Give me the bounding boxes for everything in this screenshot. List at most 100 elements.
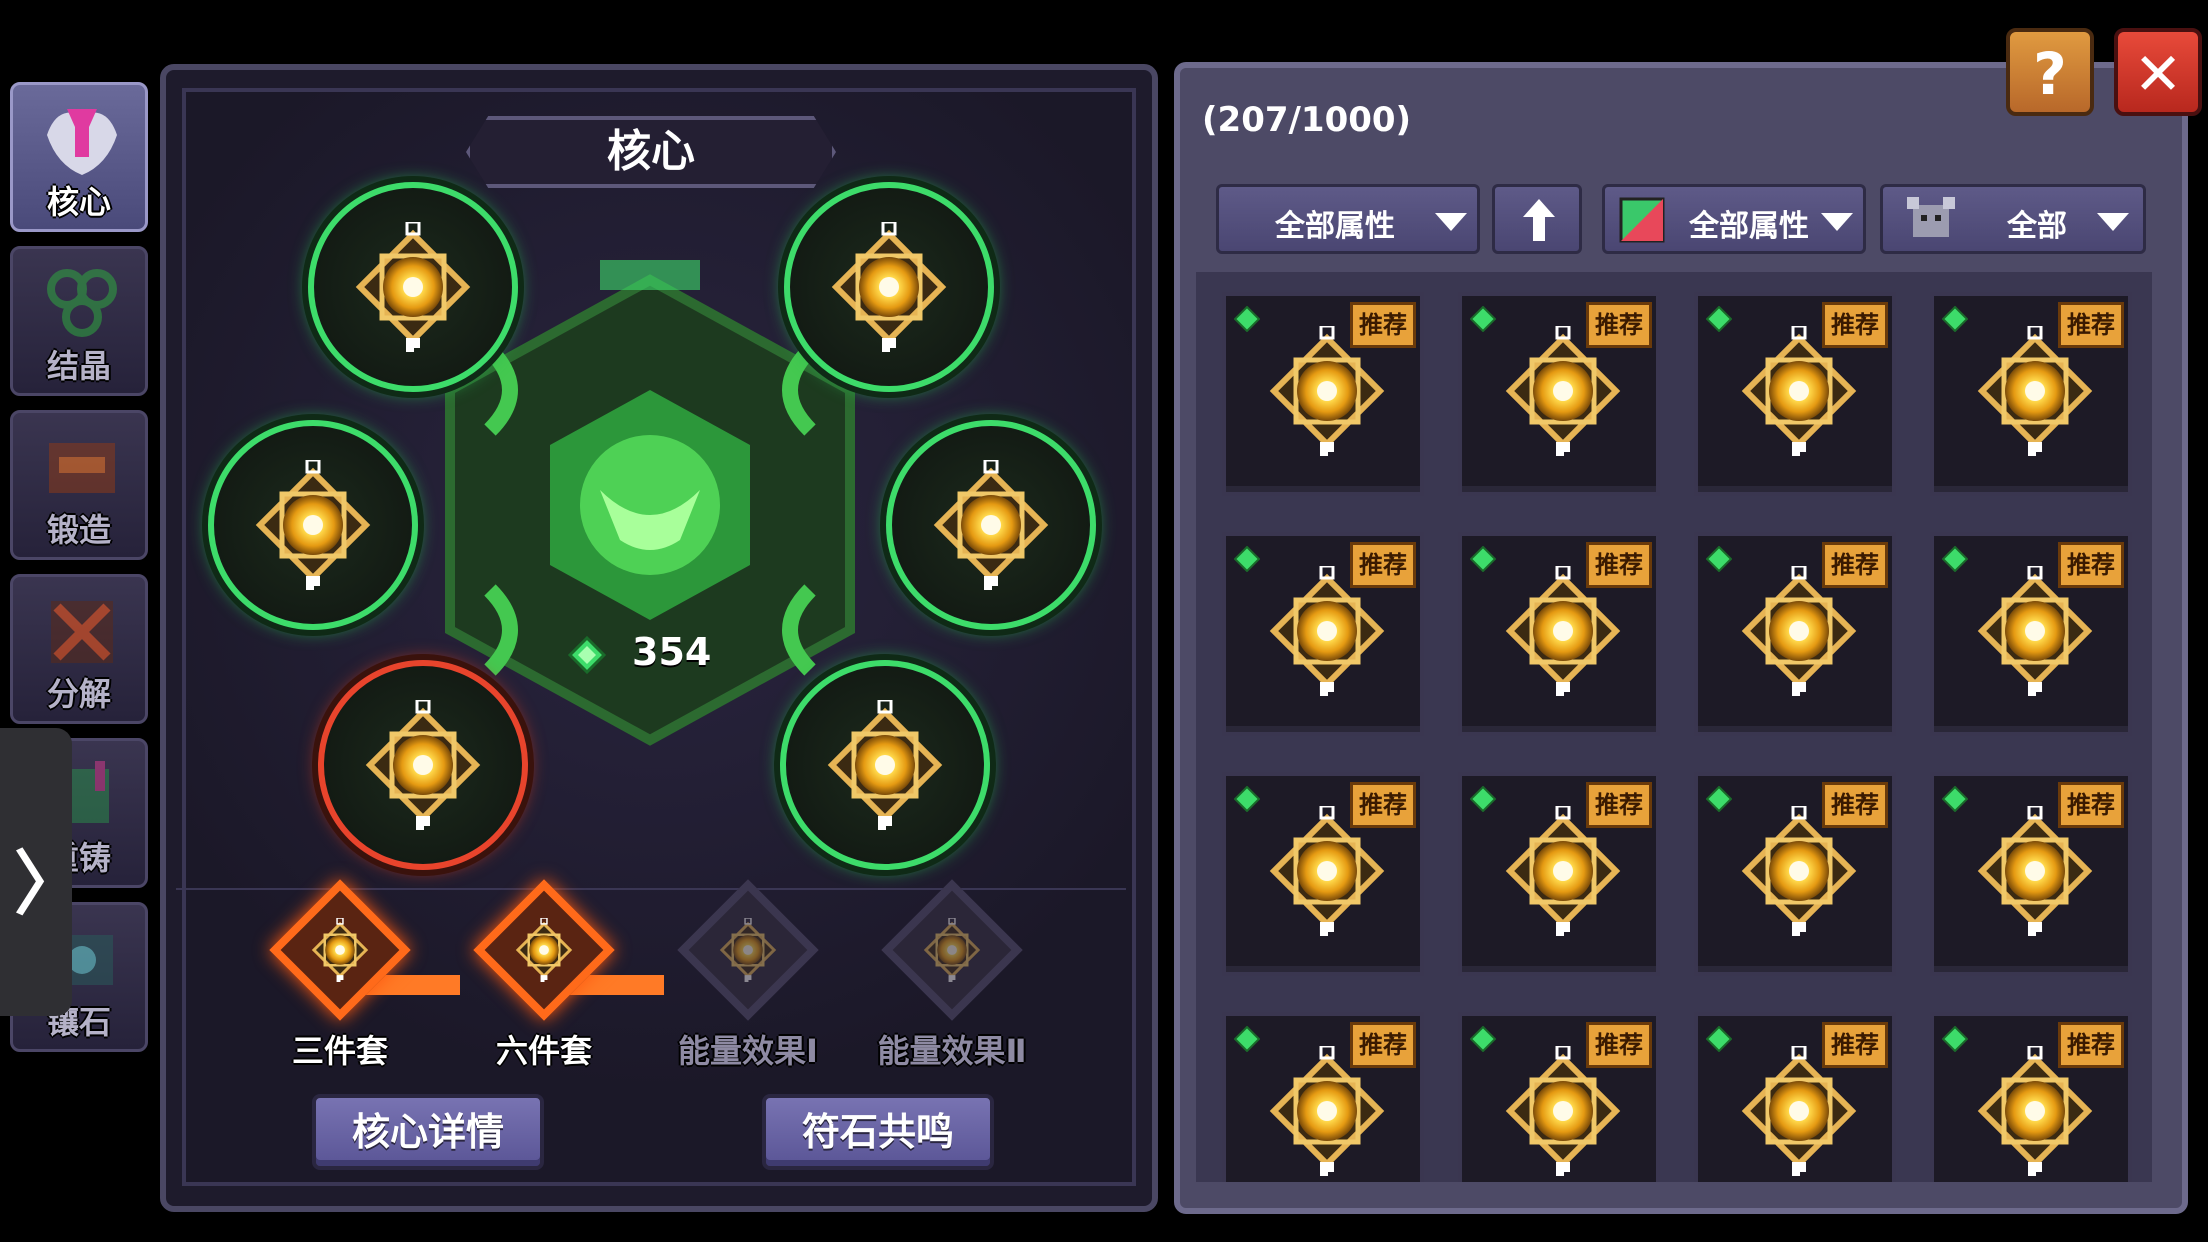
rune-socket-5[interactable] [318,660,528,870]
rune-icon [1498,326,1628,456]
rune-icon [1498,566,1628,696]
rune-item-slot[interactable]: 推荐 [1930,1012,2132,1182]
rune-icon [1970,326,2100,456]
rune-icon [358,700,488,830]
element-icon [1619,197,1665,243]
rune-icon [248,460,378,590]
green-gem-icon [568,636,606,674]
chevron-down-icon [1435,213,1467,231]
rune-item-slot[interactable]: 推荐 [1458,772,1660,976]
set-bonus-label: 六件套 [495,1032,592,1070]
rune-item-slot[interactable]: 推荐 [1694,1012,1896,1182]
inventory-count: (207/1000) [1202,100,1412,140]
rune-icon [1262,1046,1392,1176]
rune-item-slot[interactable]: 推荐 [1222,292,1424,496]
green-gem-icon [1234,546,1260,572]
arrow-up-icon [1523,199,1555,241]
green-gem-icon [1706,1026,1732,1052]
rune-icon [1734,1046,1864,1176]
tab-crystal[interactable]: 结晶 [10,246,148,396]
core-energy: 354 [568,630,718,680]
drawer-toggle-button[interactable]: 〉 [0,728,84,1016]
set-bonus-six[interactable]: 六件套 [444,879,644,1080]
rune-icon [1498,806,1628,936]
core-details-button[interactable]: 核心详情 [312,1094,544,1170]
chevron-down-icon [2097,213,2129,231]
rune-socket-4[interactable] [886,420,1096,630]
element-filter-dropdown[interactable]: 全部属性 [1602,184,1866,254]
set-bonus-energy-2[interactable]: 能量效果Ⅱ [852,879,1052,1080]
rune-icon [1262,326,1392,456]
rune-icon [1498,1046,1628,1176]
filter-label: 全部属性 [1275,209,1395,244]
green-gem-icon [1470,786,1496,812]
rune-icon [820,700,950,830]
green-gem-icon [1942,786,1968,812]
rune-item-slot[interactable]: 推荐 [1222,532,1424,736]
rune-icon [1262,566,1392,696]
set-bonus-energy-1[interactable]: 能量效果Ⅰ [648,879,848,1080]
tab-core[interactable]: 核心 [10,82,148,232]
rune-socket-3[interactable] [208,420,418,630]
tab-crystal-label: 结晶 [46,347,111,385]
green-gem-icon [1706,786,1732,812]
rune-icon [1970,806,2100,936]
tab-core-label: 核心 [46,183,111,221]
rune-icon [348,222,478,352]
rune-resonance-button[interactable]: 符石共鸣 [762,1094,994,1170]
rune-item-slot[interactable]: 推荐 [1458,532,1660,736]
tab-forge-label: 锻造 [46,511,111,549]
core-icon [47,109,117,175]
rune-item-slot[interactable]: 推荐 [1222,772,1424,976]
chevron-down-icon [1821,213,1853,231]
rune-icon [1734,326,1864,456]
green-gem-icon [1942,306,1968,332]
rune-socket-2[interactable] [784,182,994,392]
rune-icon [716,918,780,982]
set-bonus-label: 三件套 [291,1032,388,1070]
sort-order-button[interactable] [1492,184,1582,254]
set-bonus-three[interactable]: 三件套 [240,879,440,1080]
rune-item-slot[interactable]: 推荐 [1694,772,1896,976]
rune-icon [824,222,954,352]
rune-icon [1970,566,2100,696]
rune-item-slot[interactable]: 推荐 [1930,772,2132,976]
attribute-filter-dropdown[interactable]: 全部属性 [1216,184,1480,254]
rune-socket-6[interactable] [780,660,990,870]
green-gem-icon [1470,1026,1496,1052]
set-bonus-bar: 三件套 六件套 能量效果Ⅰ 能量效果Ⅱ [190,879,1110,1080]
tab-decompose[interactable]: 分解 [10,574,148,724]
rune-icon [1970,1046,2100,1176]
close-icon: ✕ [2133,40,2183,108]
set-bonus-label: 能量效果Ⅰ [678,1032,818,1070]
rune-socket-1[interactable] [308,182,518,392]
decompose-icon [51,601,113,663]
green-gem-icon [1234,786,1260,812]
green-gem-icon [1942,546,1968,572]
rune-item-slot[interactable]: 推荐 [1222,1012,1424,1182]
rune-item-slot[interactable]: 推荐 [1694,292,1896,496]
core-title: 核心 [466,116,836,188]
rune-icon [1734,566,1864,696]
rune-item-slot[interactable]: 推荐 [1458,292,1660,496]
rune-item-slot[interactable]: 推荐 [1694,532,1896,736]
energy-value: 354 [632,630,712,674]
rune-item-slot[interactable]: 推荐 [1930,292,2132,496]
question-icon: ? [2033,40,2067,108]
forge-icon [49,443,115,493]
rune-icon [1734,806,1864,936]
rune-icon [926,460,1056,590]
rune-icon [1262,806,1392,936]
green-gem-icon [1706,546,1732,572]
help-button[interactable]: ? [2006,28,2094,116]
tab-forge[interactable]: 锻造 [10,410,148,560]
category-filter-dropdown[interactable]: 全部 [1880,184,2146,254]
rune-item-slot[interactable]: 推荐 [1930,532,2132,736]
green-gem-icon [1234,306,1260,332]
rune-icon [512,918,576,982]
chevron-right-icon: 〉 [14,843,84,925]
green-gem-icon [1470,546,1496,572]
rune-item-slot[interactable]: 推荐 [1458,1012,1660,1182]
close-button[interactable]: ✕ [2114,28,2202,116]
green-gem-icon [1470,306,1496,332]
